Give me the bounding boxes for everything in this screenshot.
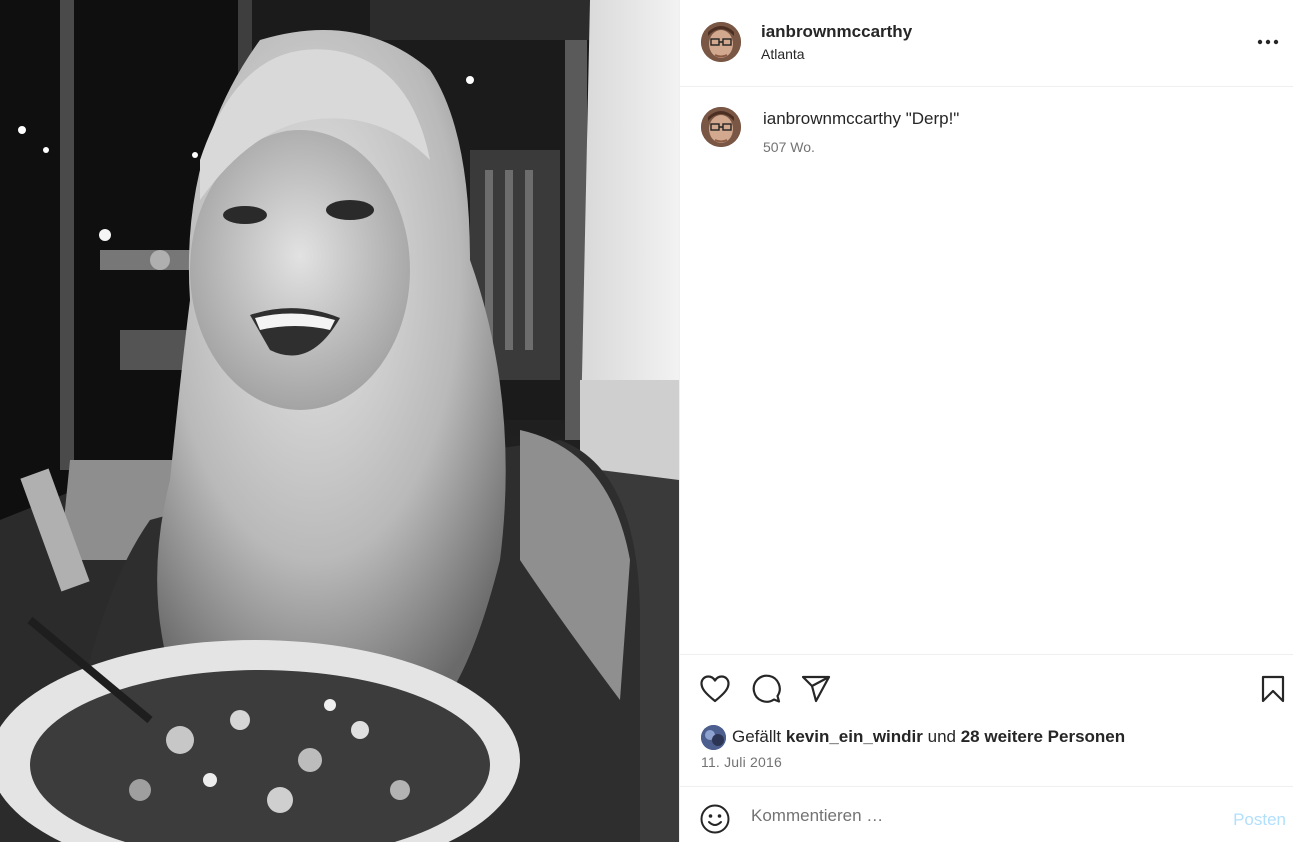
post-actions: Gefällt kevin_ein_windir und 28 weitere …: [680, 654, 1293, 786]
save-button[interactable]: [1257, 673, 1289, 705]
paper-plane-icon: [801, 675, 831, 703]
smiley-icon: [700, 804, 730, 834]
avatar-image: [701, 107, 741, 147]
likes-connector: und: [927, 727, 956, 746]
liker-username[interactable]: kevin_ein_windir: [786, 727, 923, 747]
avatar[interactable]: [701, 22, 741, 62]
comment-input[interactable]: [751, 801, 1211, 831]
caption: ianbrownmccarthy "Derp!": [763, 109, 959, 129]
heart-icon: [700, 675, 730, 703]
likes-summary: Gefällt kevin_ein_windir und 28 weitere …: [701, 724, 1125, 750]
avatar-image: [701, 724, 726, 750]
post-panel: ianbrownmccarthy Atlanta ianbrownmccarth…: [679, 0, 1293, 842]
caption-avatar[interactable]: [701, 107, 741, 147]
comment-button[interactable]: [750, 673, 782, 705]
caption-timestamp[interactable]: 507 Wo.: [763, 139, 815, 155]
post-date[interactable]: 11. Juli 2016: [701, 754, 782, 770]
comment-bar: Posten: [680, 786, 1293, 842]
caption-body: "Derp!": [905, 109, 960, 128]
post-comment-button[interactable]: Posten: [1233, 810, 1286, 830]
post-photo-image: [0, 0, 679, 842]
bookmark-icon: [1261, 675, 1285, 703]
post-header: ianbrownmccarthy Atlanta: [680, 0, 1293, 87]
post-location[interactable]: Atlanta: [761, 46, 805, 62]
like-button[interactable]: [699, 673, 731, 705]
more-horizontal-icon: [1257, 39, 1279, 45]
post-photo[interactable]: [0, 0, 679, 842]
caption-area: ianbrownmccarthy "Derp!" 507 Wo.: [680, 88, 1293, 654]
caption-username[interactable]: ianbrownmccarthy: [763, 109, 901, 128]
avatar-image: [701, 22, 741, 62]
share-button[interactable]: [800, 673, 832, 705]
likes-others-link[interactable]: 28 weitere Personen: [961, 727, 1125, 747]
emoji-button[interactable]: [699, 803, 731, 835]
post-author-username[interactable]: ianbrownmccarthy: [761, 22, 912, 42]
more-options-button[interactable]: [1256, 30, 1280, 54]
likes-prefix: Gefällt: [732, 727, 782, 746]
liker-avatar[interactable]: [701, 724, 726, 750]
speech-bubble-icon: [752, 674, 781, 703]
